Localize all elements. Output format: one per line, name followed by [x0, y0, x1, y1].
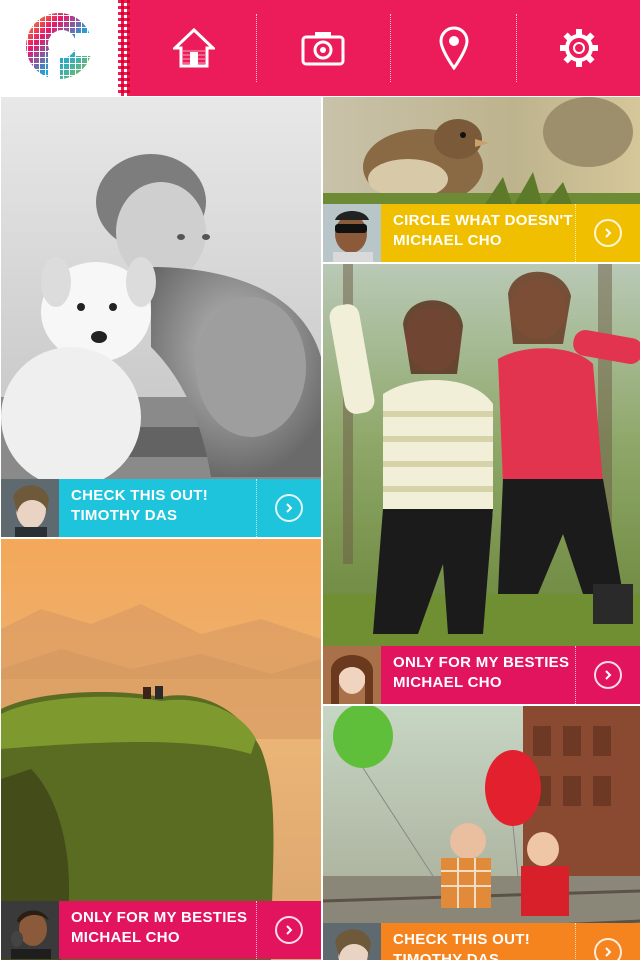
- post-title: CIRCLE WHAT DOESN'T: [393, 212, 573, 229]
- open-post-button[interactable]: [575, 204, 640, 262]
- post-author: TIMOTHY DAS: [393, 951, 500, 960]
- nav-home-button[interactable]: [132, 0, 256, 96]
- location-pin-icon: [439, 26, 469, 70]
- feed-post[interactable]: CIRCLE WHAT DOESN'T MICHAEL CHO: [323, 97, 640, 262]
- chevron-right-icon: [594, 219, 622, 247]
- post-caption-bar[interactable]: CIRCLE WHAT DOESN'T MICHAEL CHO: [323, 204, 640, 262]
- post-author: MICHAEL CHO: [71, 929, 180, 946]
- post-author: MICHAEL CHO: [393, 674, 502, 691]
- feed-post[interactable]: ONLY FOR MY BESTIES MICHAEL CHO: [323, 264, 640, 704]
- post-caption-text: ONLY FOR MY BESTIES MICHAEL CHO: [59, 901, 256, 959]
- open-post-button[interactable]: [575, 923, 640, 960]
- pixel-p-logo-icon: [22, 10, 96, 86]
- open-post-button[interactable]: [256, 479, 321, 537]
- avatar-woman-photo: [1, 479, 59, 537]
- avatar-redhead-photo: [323, 646, 381, 704]
- chevron-right-icon: [275, 916, 303, 944]
- sunset-rock-photo: [1, 539, 321, 960]
- gear-icon: [560, 29, 598, 67]
- author-avatar[interactable]: [1, 479, 59, 537]
- nav-separator: [516, 14, 517, 82]
- feed-post[interactable]: CHECK THIS OUT! TIMOTHY DAS: [1, 97, 321, 537]
- jumping-girls-photo: [323, 264, 640, 704]
- post-caption-text: ONLY FOR MY BESTIES MICHAEL CHO: [381, 646, 575, 704]
- post-caption-text: CHECK THIS OUT! TIMOTHY DAS: [381, 923, 575, 960]
- top-nav-bar: [0, 0, 640, 96]
- nav-separator: [390, 14, 391, 82]
- nav-location-button[interactable]: [392, 0, 516, 96]
- avatar-singer-photo: [1, 901, 59, 959]
- nav-camera-button[interactable]: [258, 0, 388, 96]
- avatar-man-sunglasses-photo: [323, 204, 381, 262]
- open-post-button[interactable]: [256, 901, 321, 959]
- chevron-right-icon: [594, 938, 622, 960]
- post-author: TIMOTHY DAS: [71, 507, 178, 524]
- post-caption-text: CHECK THIS OUT! TIMOTHY DAS: [59, 479, 256, 537]
- app-logo[interactable]: [0, 0, 120, 96]
- nav-settings-button[interactable]: [518, 0, 640, 96]
- chevron-right-icon: [594, 661, 622, 689]
- feed-post[interactable]: CHECK THIS OUT! TIMOTHY DAS: [323, 706, 640, 960]
- post-title: ONLY FOR MY BESTIES: [393, 654, 570, 671]
- author-avatar[interactable]: [323, 646, 381, 704]
- author-avatar[interactable]: [323, 204, 381, 262]
- post-title: CHECK THIS OUT!: [393, 931, 530, 948]
- author-avatar[interactable]: [1, 901, 59, 959]
- logo-pixel-edge: [118, 0, 130, 96]
- post-caption-text: CIRCLE WHAT DOESN'T MICHAEL CHO: [381, 204, 575, 262]
- post-caption-bar[interactable]: CHECK THIS OUT! TIMOTHY DAS: [1, 479, 321, 537]
- post-caption-bar[interactable]: CHECK THIS OUT! TIMOTHY DAS: [323, 923, 640, 960]
- boy-with-puppy-photo: [1, 97, 321, 537]
- home-icon: [173, 27, 215, 68]
- author-avatar[interactable]: [323, 923, 381, 960]
- nav-separator: [256, 14, 257, 82]
- chevron-right-icon: [275, 494, 303, 522]
- kids-balloons-photo: [323, 706, 640, 960]
- open-post-button[interactable]: [575, 646, 640, 704]
- post-title: CHECK THIS OUT!: [71, 487, 208, 504]
- post-title: ONLY FOR MY BESTIES: [71, 909, 248, 926]
- post-caption-bar[interactable]: ONLY FOR MY BESTIES MICHAEL CHO: [1, 901, 321, 959]
- camera-icon: [301, 32, 345, 66]
- avatar-woman-photo: [323, 923, 381, 960]
- feed-post[interactable]: ONLY FOR MY BESTIES MICHAEL CHO: [1, 539, 321, 960]
- post-caption-bar[interactable]: ONLY FOR MY BESTIES MICHAEL CHO: [323, 646, 640, 704]
- post-author: MICHAEL CHO: [393, 232, 502, 249]
